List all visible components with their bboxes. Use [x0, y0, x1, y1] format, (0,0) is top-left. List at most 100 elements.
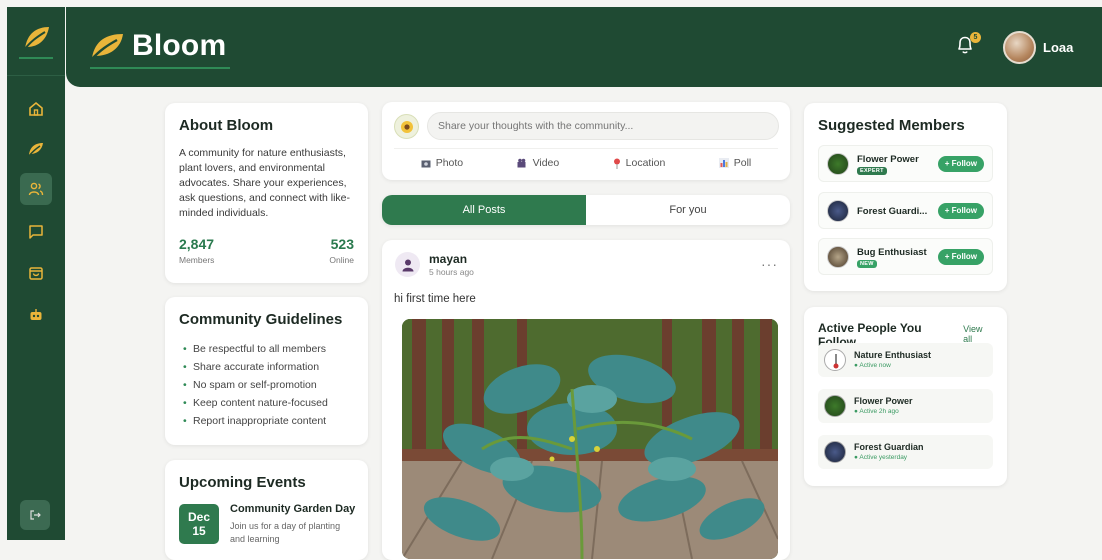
guideline-item: No spam or self-promotion: [179, 376, 354, 394]
online-label: Online: [329, 255, 354, 265]
suggested-member[interactable]: Flower Power EXPERT + Follow: [818, 145, 993, 182]
event-description: Join us for a day of planting and learni…: [230, 521, 341, 544]
users-icon: [28, 182, 44, 196]
member-name[interactable]: Forest Guardi...: [857, 206, 927, 217]
location-pin-icon: [613, 158, 620, 169]
suggested-member[interactable]: Forest Guardi... + Follow: [818, 192, 993, 229]
location-button[interactable]: Location: [613, 157, 665, 169]
expert-badge: EXPERT: [857, 167, 887, 175]
post-more-button[interactable]: ···: [761, 256, 778, 272]
guideline-item: Report inappropriate content: [179, 412, 354, 430]
guideline-item: Share accurate information: [179, 358, 354, 376]
leaf-logo-icon[interactable]: [21, 23, 51, 58]
logo-underline: [19, 57, 53, 59]
active-person[interactable]: Flower Power ● Active 2h ago: [818, 389, 993, 423]
poll-label: Poll: [733, 157, 752, 169]
brand[interactable]: Bloom: [88, 29, 226, 63]
active-person[interactable]: Nature Enthusiast ● Active now: [818, 343, 993, 377]
follow-button[interactable]: + Follow: [937, 249, 984, 265]
home-icon: [29, 101, 43, 116]
poll-button[interactable]: Poll: [718, 157, 752, 169]
view-all-link[interactable]: View all: [963, 324, 993, 344]
follow-button[interactable]: + Follow: [937, 156, 984, 172]
feed-tabs: All Posts For you: [382, 195, 790, 225]
chat-icon: [29, 225, 43, 239]
members-label: Members: [179, 255, 215, 265]
shopping-bag-icon: [29, 267, 43, 280]
event-month: Dec: [187, 510, 210, 524]
nav-shop[interactable]: [20, 257, 52, 289]
suggested-members-card: Suggested Members Flower Power EXPERT + …: [804, 103, 1007, 291]
person-avatar: [824, 349, 846, 371]
sidebar: [7, 7, 65, 540]
sunflower-icon: [400, 120, 413, 133]
event-date-badge: Dec 15: [179, 504, 219, 544]
video-label: Video: [532, 157, 560, 169]
person-status: ● Active 2h ago: [854, 408, 899, 415]
suggested-title: Suggested Members: [818, 117, 965, 134]
composer-actions: Photo Video Location Poll: [394, 148, 778, 169]
event-day: 15: [192, 524, 206, 538]
events-card: Upcoming Events Dec 15 Community Garden …: [165, 460, 368, 560]
post-text: hi first time here: [394, 293, 476, 305]
guidelines-list: Be respectful to all members Share accur…: [179, 340, 354, 430]
member-name[interactable]: Flower Power: [857, 154, 919, 165]
notification-count-badge: 5: [970, 32, 981, 43]
nav-leaf[interactable]: [20, 133, 52, 165]
follow-icon: +: [944, 206, 952, 215]
person-avatar: [824, 395, 846, 417]
top-bar: Bloom 5 Loaa: [66, 7, 1102, 87]
thermometer-icon: [833, 354, 839, 369]
follow-icon: +: [944, 159, 952, 168]
online-stat: 523 Online: [329, 236, 354, 265]
photo-icon: [421, 160, 431, 167]
post-card: mayan 5 hours ago ··· hi first time here: [382, 240, 790, 560]
nav-home[interactable]: [20, 93, 52, 125]
post-timestamp: 5 hours ago: [429, 267, 474, 277]
tab-for-you[interactable]: For you: [586, 195, 790, 225]
active-person[interactable]: Forest Guardian ● Active yesterday: [818, 435, 993, 469]
community-stats: 2,847 Members 523 Online: [179, 236, 354, 265]
composer-input[interactable]: [427, 112, 779, 140]
member-avatar: [827, 153, 849, 175]
person-name[interactable]: Forest Guardian: [854, 442, 924, 452]
photo-button[interactable]: Photo: [421, 157, 463, 169]
person-name[interactable]: Nature Enthusiast: [854, 350, 931, 360]
brand-name: Bloom: [132, 29, 227, 62]
brand-underline: [90, 67, 230, 69]
members-count: 2,847: [179, 236, 215, 252]
user-avatar[interactable]: [1003, 31, 1036, 64]
leaf-logo-icon: [90, 34, 123, 61]
person-name[interactable]: Flower Power: [854, 396, 913, 406]
post-composer: Photo Video Location Poll: [382, 102, 790, 180]
post-image[interactable]: [402, 319, 778, 559]
post-author-name[interactable]: mayan: [429, 252, 467, 266]
member-avatar: [827, 246, 849, 268]
events-title: Upcoming Events: [179, 474, 306, 491]
about-description: A community for nature enthusiasts, plan…: [179, 147, 351, 219]
member-name[interactable]: Bug Enthusiast: [857, 247, 927, 258]
logout-button[interactable]: [20, 500, 50, 530]
leaf-icon: [28, 143, 43, 157]
post-author-avatar[interactable]: [395, 252, 420, 277]
person-status: ● Active now: [854, 362, 891, 369]
guidelines-title: Community Guidelines: [179, 311, 343, 328]
video-button[interactable]: Video: [517, 157, 560, 169]
user-name[interactable]: Loaa: [1043, 40, 1073, 55]
suggested-member[interactable]: Bug Enthusiast NEW + Follow: [818, 238, 993, 275]
nav-messages[interactable]: [20, 216, 52, 248]
nav-community[interactable]: [20, 173, 52, 205]
about-card: About Bloom A community for nature enthu…: [165, 103, 368, 283]
composer-avatar: [394, 114, 419, 139]
new-badge: NEW: [857, 260, 877, 268]
follow-button[interactable]: + Follow: [937, 203, 984, 219]
about-title: About Bloom: [179, 117, 274, 134]
tab-all-posts[interactable]: All Posts: [382, 195, 586, 225]
sidebar-divider: [7, 75, 65, 76]
nav-assistant[interactable]: [20, 299, 52, 331]
members-stat: 2,847 Members: [179, 236, 214, 265]
guideline-item: Be respectful to all members: [179, 340, 354, 358]
event-title[interactable]: Community Garden Day: [230, 503, 355, 515]
follow-icon: +: [944, 252, 952, 261]
guideline-item: Keep content nature-focused: [179, 394, 354, 412]
